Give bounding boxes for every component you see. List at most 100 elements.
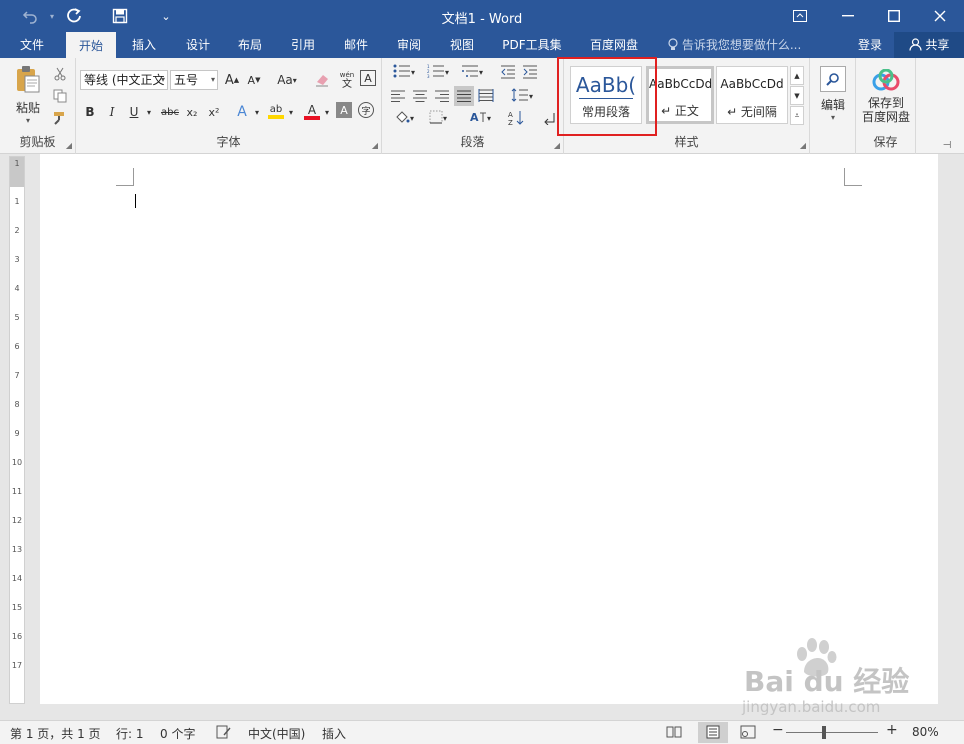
- vertical-ruler[interactable]: 1 1 2 3 4 5 6 7 8 9 10 11 12 13 14 15 16…: [9, 156, 25, 704]
- increase-indent-icon[interactable]: [520, 62, 540, 82]
- strikethrough-button[interactable]: abc: [158, 102, 182, 122]
- find-magnifier-icon: [820, 66, 846, 92]
- styles-scroll-up-icon[interactable]: ▲: [790, 66, 804, 85]
- ruler-number: 16: [11, 632, 23, 641]
- multilevel-list-button[interactable]: ▾: [456, 62, 488, 82]
- word-count[interactable]: 0 个字: [160, 725, 195, 742]
- document-page[interactable]: [40, 154, 938, 704]
- zoom-in-icon[interactable]: +: [886, 722, 898, 738]
- justify-icon[interactable]: [454, 86, 474, 106]
- enclose-characters-button[interactable]: 字: [358, 102, 374, 118]
- font-color-dropdown-icon[interactable]: ▾: [322, 102, 332, 122]
- style-normal-preview: AaBbCcDd: [649, 77, 711, 91]
- save-to-baidu-button[interactable]: 保存到 百度网盘: [858, 62, 914, 130]
- tab-references[interactable]: 引用: [281, 32, 325, 58]
- copy-icon[interactable]: [50, 86, 70, 106]
- highlight-button[interactable]: ab: [266, 102, 286, 122]
- chinese-layout-icon: A: [469, 110, 487, 127]
- shading-button[interactable]: ▾: [388, 108, 420, 128]
- clipboard-launcher-icon[interactable]: ◢: [66, 141, 72, 150]
- tab-mailings[interactable]: 邮件: [334, 32, 378, 58]
- zoom-out-icon[interactable]: −: [772, 722, 784, 738]
- text-cursor: [135, 194, 136, 208]
- sort-icon[interactable]: AZ: [506, 108, 526, 128]
- character-border-button[interactable]: A: [360, 70, 376, 86]
- minimize-icon[interactable]: [828, 0, 868, 32]
- style-no-spacing[interactable]: AaBbCcDd ↵ 无间隔: [716, 66, 788, 124]
- insert-mode[interactable]: 插入: [322, 725, 346, 742]
- change-case-button[interactable]: Aa ▾: [272, 70, 302, 90]
- font-name-select[interactable]: 等线 (中文正文 ▾: [80, 70, 168, 90]
- web-layout-icon[interactable]: [740, 725, 756, 742]
- pin-ribbon-icon[interactable]: ⊣: [940, 138, 954, 152]
- bold-button[interactable]: B: [80, 102, 100, 122]
- tab-file[interactable]: 文件: [10, 32, 54, 58]
- page-count[interactable]: 第 1 页，共 1 页: [10, 725, 101, 742]
- text-effects-dropdown-icon[interactable]: ▾: [252, 102, 262, 122]
- styles-scroll-down-icon[interactable]: ▼: [790, 86, 804, 105]
- paragraph-launcher-icon[interactable]: ◢: [554, 141, 560, 150]
- font-size-select[interactable]: 五号 ▾: [170, 70, 218, 90]
- phonetic-guide-button[interactable]: wén 文: [336, 68, 358, 92]
- styles-launcher-icon[interactable]: ◢: [800, 141, 806, 150]
- bullets-button[interactable]: ▾: [388, 62, 420, 82]
- line-number[interactable]: 行: 1: [116, 725, 144, 742]
- styles-more-icon[interactable]: ⩡: [790, 106, 804, 125]
- highlight-dropdown-icon[interactable]: ▾: [286, 102, 296, 122]
- shrink-font-button[interactable]: A ▼: [244, 70, 264, 90]
- grow-font-label: A: [224, 72, 234, 88]
- ruler-number: 14: [11, 574, 23, 583]
- chinese-layout-button[interactable]: A ▾: [464, 108, 496, 128]
- borders-button[interactable]: ▾: [422, 108, 454, 128]
- zoom-slider-thumb[interactable]: [822, 726, 826, 739]
- clipboard-group-label: 剪贴板: [19, 135, 56, 149]
- proofing-icon[interactable]: [216, 725, 232, 742]
- share-button[interactable]: 共享: [894, 32, 964, 58]
- format-painter-icon[interactable]: [50, 108, 70, 128]
- tell-me-search[interactable]: 告诉我您想要做什么...: [668, 32, 801, 58]
- character-shading-button[interactable]: A: [336, 102, 352, 118]
- editing-button[interactable]: 编辑 ▾: [814, 62, 852, 126]
- tab-layout[interactable]: 布局: [228, 32, 272, 58]
- language[interactable]: 中文(中国): [248, 725, 305, 742]
- underline-button[interactable]: U: [124, 102, 144, 122]
- vertical-scrollbar[interactable]: [946, 154, 962, 720]
- ribbon-display-options-icon[interactable]: [780, 0, 820, 32]
- italic-button[interactable]: I: [102, 102, 122, 122]
- tab-pdf-tools[interactable]: PDF工具集: [496, 32, 568, 58]
- tab-home[interactable]: 开始: [66, 32, 116, 58]
- editing-dropdown-icon: ▾: [830, 113, 835, 122]
- decrease-indent-icon[interactable]: [498, 62, 518, 82]
- paste-dropdown-icon[interactable]: ▾: [26, 116, 30, 125]
- tab-design[interactable]: 设计: [176, 32, 220, 58]
- font-color-button[interactable]: A: [302, 102, 322, 122]
- close-icon[interactable]: [920, 0, 960, 32]
- tab-review[interactable]: 审阅: [387, 32, 431, 58]
- align-right-icon[interactable]: [432, 86, 452, 106]
- align-center-icon[interactable]: [410, 86, 430, 106]
- tab-baidu-netdisk[interactable]: 百度网盘: [582, 32, 646, 58]
- numbering-button[interactable]: 1 2 3 ▾: [422, 62, 454, 82]
- underline-dropdown-icon[interactable]: ▾: [144, 102, 154, 122]
- read-mode-icon[interactable]: [666, 725, 682, 742]
- align-left-icon[interactable]: [388, 86, 408, 106]
- grow-font-button[interactable]: A ▲: [222, 70, 242, 90]
- login-link[interactable]: 登录: [858, 32, 882, 58]
- zoom-slider-track[interactable]: [786, 732, 878, 733]
- distributed-icon[interactable]: [476, 86, 496, 106]
- subscript-button[interactable]: x₂: [182, 102, 202, 122]
- clear-formatting-icon[interactable]: [312, 70, 332, 90]
- line-spacing-button[interactable]: ▾: [506, 86, 538, 106]
- zoom-level[interactable]: 80%: [912, 725, 939, 739]
- cut-icon[interactable]: [50, 64, 70, 84]
- tab-insert[interactable]: 插入: [122, 32, 166, 58]
- share-label: 共享: [925, 38, 950, 52]
- print-layout-icon[interactable]: [705, 725, 721, 742]
- superscript-button[interactable]: x²: [204, 102, 224, 122]
- font-launcher-icon[interactable]: ◢: [372, 141, 378, 150]
- paste-button[interactable]: 粘贴 ▾: [10, 62, 46, 126]
- text-effects-button[interactable]: A: [232, 102, 252, 122]
- maximize-icon[interactable]: [874, 0, 914, 32]
- lightbulb-icon: [668, 38, 682, 52]
- tab-view[interactable]: 视图: [440, 32, 484, 58]
